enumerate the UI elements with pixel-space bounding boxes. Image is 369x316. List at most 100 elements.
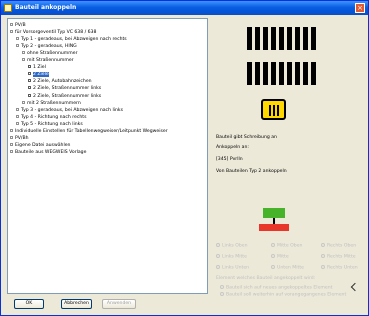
expand-icon[interactable] <box>16 43 19 47</box>
tree-item[interactable]: 2 Ziele <box>28 72 49 78</box>
bar <box>287 27 292 50</box>
tree-item[interactable]: Typ 4 - Richtung nach rechts <box>16 114 87 120</box>
radio-icon <box>220 292 224 296</box>
close-button[interactable]: × <box>355 3 365 13</box>
tree-item[interactable]: Individuelle Einstellen für Tabellenwegw… <box>10 129 168 134</box>
bar <box>279 62 284 85</box>
radio-middle-center[interactable]: Mitte <box>271 254 289 260</box>
apply-button[interactable]: Anwenden <box>102 299 136 309</box>
checkbox-icon[interactable] <box>28 72 31 76</box>
radio-label: Links Oben <box>222 243 248 249</box>
expand-icon[interactable] <box>16 107 19 111</box>
radio-icon <box>321 265 325 269</box>
bar <box>303 27 308 50</box>
tree-item[interactable]: mit Straßennummer <box>22 58 74 63</box>
tree-item[interactable]: Typ 5 - Richtung nach links <box>16 121 83 127</box>
tree-item[interactable]: Eigene Datei auswählen <box>10 143 70 148</box>
preview-panel: Bauteil gibt Schreibung an Ankoppeln an:… <box>216 18 364 298</box>
barcode-bottom <box>247 62 316 85</box>
checkbox-icon[interactable] <box>28 65 31 69</box>
tree-item[interactable]: 1 Ziel <box>28 65 46 70</box>
radio-middle-left[interactable]: Links Mitte <box>216 254 247 260</box>
radio-label: Bauteil soll weiterhin auf vorangegangen… <box>226 292 347 298</box>
sign-preview-yellow[interactable] <box>261 99 286 120</box>
radio-bottom-center[interactable]: Unten Mitte <box>271 265 304 271</box>
radio-label: Rechts Unten <box>327 265 358 271</box>
tree-item[interactable]: PV/Bh <box>10 136 29 141</box>
radio-icon <box>216 243 220 247</box>
tree-item-label: mit 2 Straßennummern <box>27 100 81 106</box>
tree-item[interactable]: Bauteile aus WEGWEIS Vorlage <box>10 150 86 155</box>
attach-target-green <box>263 208 285 218</box>
bar <box>311 27 316 50</box>
bar <box>255 62 260 85</box>
ok-button[interactable]: OK <box>14 299 44 309</box>
cancel-button[interactable]: Abbrechen <box>61 299 92 309</box>
expand-icon[interactable] <box>10 22 13 26</box>
tree-item-label: Typ 3 - geradeaus, bei Abzweigen nach li… <box>21 107 123 113</box>
expand-icon[interactable] <box>10 29 13 33</box>
tree-item[interactable]: Typ 1 - geradeaus, bei Abzweigen nach re… <box>16 36 127 42</box>
component-tree[interactable]: PV/B für Vorsorgeventil Typ VC 638 / 638 T… <box>7 18 208 294</box>
expand-icon[interactable] <box>16 114 19 118</box>
radio-icon <box>271 243 275 247</box>
window-title: Bauteil ankoppeln <box>15 4 77 11</box>
tree-item[interactable]: für Vorsorgeventil Typ VC 638 / 638 <box>10 29 96 35</box>
radio-top-center[interactable]: Mitte Oben <box>271 243 302 249</box>
checkbox-icon[interactable] <box>28 86 31 90</box>
expand-icon[interactable] <box>16 121 19 125</box>
tree-item-label: 2 Ziele, Straßennummer links <box>33 93 102 99</box>
tree-item[interactable]: mit 2 Straßennummern <box>22 100 81 106</box>
expand-icon[interactable] <box>22 58 25 61</box>
radio-top-right[interactable]: Rechts Oben <box>321 243 356 249</box>
tree-item[interactable]: Typ 2 - geradeaus, HING <box>16 43 77 49</box>
expand-icon[interactable] <box>10 136 13 140</box>
expand-icon[interactable] <box>22 100 25 104</box>
bar <box>311 62 316 85</box>
bar <box>295 62 300 85</box>
tree-item-label: Individuelle Einstellen für Tabellenwegw… <box>15 129 168 134</box>
dialog-window: Bauteil ankoppeln × PV/B für Vorsorgevent… <box>0 0 369 316</box>
tree-item[interactable]: 2 Ziele, Straßennummer links <box>28 86 101 91</box>
radio-bottom-left[interactable]: Links Unten <box>216 265 249 271</box>
radio-label: Links Mitte <box>222 254 247 260</box>
radio-icon <box>271 265 275 269</box>
bar <box>271 27 276 50</box>
expand-icon[interactable] <box>22 50 25 54</box>
tree-item[interactable]: ohne Straßennummer <box>22 50 77 56</box>
attach-label: Element welches Bauteil angekoppelt wird… <box>216 276 316 281</box>
info-label: Ankoppeln an: <box>216 145 249 150</box>
tree-item[interactable]: PV/B <box>10 22 26 28</box>
bar <box>247 27 252 50</box>
pin-icon[interactable] <box>350 282 360 292</box>
radio-icon <box>321 243 325 247</box>
radio-icon <box>220 285 224 289</box>
tree-item-label: 1 Ziel <box>33 65 46 71</box>
radio-middle-right[interactable]: Rechts Mitte <box>321 254 356 260</box>
attach-option-1[interactable]: Bauteil sich auf neues angekoppeltes Ele… <box>220 285 332 291</box>
bar <box>287 62 292 85</box>
tree-item-label: PV/Bh <box>15 136 29 142</box>
expand-icon[interactable] <box>10 143 13 147</box>
title-bar[interactable]: Bauteil ankoppeln × <box>1 1 368 15</box>
expand-icon[interactable] <box>16 36 19 40</box>
tree-item[interactable]: 2 Ziele, Straßennummer links <box>28 93 102 99</box>
radio-top-left[interactable]: Links Oben <box>216 243 248 249</box>
tree-item-label: Typ 4 - Richtung nach rechts <box>21 114 87 120</box>
checkbox-icon[interactable] <box>28 93 31 97</box>
radio-bottom-right[interactable]: Rechts Unten <box>321 265 358 271</box>
bar <box>247 62 252 85</box>
radio-icon <box>216 254 220 258</box>
tree-item[interactable]: 2 Ziele, Autobahnzeichen <box>28 79 92 84</box>
expand-icon[interactable] <box>10 150 13 154</box>
tree-item-label: 2 Ziele <box>33 72 49 78</box>
checkbox-icon[interactable] <box>28 79 31 83</box>
tree-item-label: PV/B <box>15 22 26 28</box>
attach-option-2[interactable]: Bauteil soll weiterhin auf vorangegangen… <box>220 292 346 298</box>
expand-icon[interactable] <box>10 129 13 132</box>
tree-item-label: Typ 5 - Richtung nach links <box>21 121 83 127</box>
bar <box>295 27 300 50</box>
radio-label: Rechts Oben <box>327 243 357 249</box>
tree-item[interactable]: Typ 3 - geradeaus, bei Abzweigen nach li… <box>16 107 123 113</box>
tree-item-label: mit Straßennummer <box>27 58 74 63</box>
